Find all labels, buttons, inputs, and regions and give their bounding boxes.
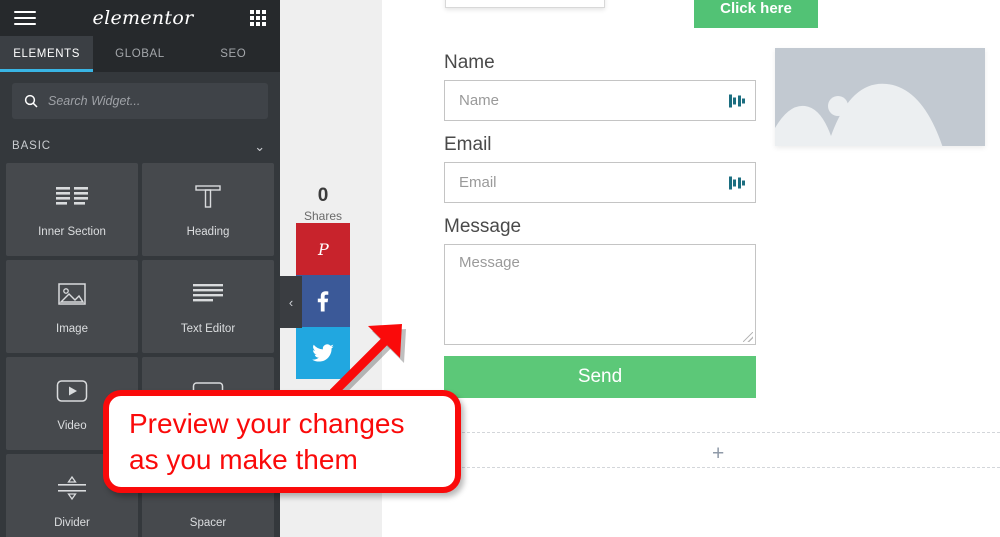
widget-label: Image bbox=[56, 322, 88, 335]
tab-elements[interactable]: ELEMENTS bbox=[0, 36, 94, 72]
share-counter: 0 Shares bbox=[296, 0, 350, 223]
share-count-label: Shares bbox=[303, 209, 343, 223]
hamburger-icon[interactable] bbox=[14, 11, 36, 25]
category-label: BASIC bbox=[12, 140, 52, 152]
annotation-callout: Preview your changes as you make them bbox=[103, 390, 461, 493]
widget-image[interactable]: Image bbox=[6, 260, 138, 353]
message-placeholder: Message bbox=[459, 254, 520, 271]
chevron-down-icon: ⌄ bbox=[254, 138, 266, 154]
text-editor-icon bbox=[192, 279, 224, 309]
search-placeholder: Search Widget... bbox=[48, 94, 141, 108]
add-section-dropzone[interactable] bbox=[382, 432, 1000, 468]
click-here-button[interactable]: Click here bbox=[694, 0, 818, 28]
facebook-share-button[interactable] bbox=[296, 275, 350, 327]
contact-form: Name Name Email Email Message Message Se… bbox=[444, 52, 756, 398]
autofill-icon[interactable] bbox=[728, 94, 745, 107]
tab-seo[interactable]: SEO bbox=[187, 36, 280, 72]
heading-t-icon bbox=[193, 182, 223, 212]
widget-label: Divider bbox=[54, 516, 90, 529]
name-field[interactable]: Name bbox=[444, 80, 756, 121]
widget-label: Inner Section bbox=[38, 225, 106, 238]
widget-label: Text Editor bbox=[180, 322, 236, 335]
facebook-icon bbox=[317, 291, 329, 312]
search-input[interactable]: Search Widget... bbox=[12, 83, 268, 119]
twitter-bird-icon bbox=[312, 344, 334, 362]
video-play-icon bbox=[56, 376, 88, 406]
top-cutoff-input[interactable] bbox=[445, 0, 605, 8]
image-icon bbox=[57, 279, 87, 309]
panel-tabs: ELEMENTS GLOBAL SEO bbox=[0, 36, 280, 72]
widget-label: Spacer bbox=[189, 516, 227, 529]
twitter-share-button[interactable] bbox=[296, 327, 350, 379]
share-count-number: 0 bbox=[317, 185, 329, 206]
pinterest-share-button[interactable]: P bbox=[296, 223, 350, 275]
pinterest-icon: P bbox=[317, 240, 329, 259]
autofill-icon[interactable] bbox=[728, 176, 745, 189]
widget-inner-section[interactable]: Inner Section bbox=[6, 163, 138, 256]
annotation-line-2: as you make them bbox=[129, 443, 358, 475]
grid-apps-icon[interactable] bbox=[249, 10, 266, 26]
search-widget-wrap: Search Widget... bbox=[0, 72, 280, 129]
name-label: Name bbox=[444, 52, 495, 73]
social-share-bar: 0 Shares P bbox=[296, 0, 350, 379]
resize-handle-icon[interactable] bbox=[743, 332, 753, 342]
message-field[interactable]: Message bbox=[444, 244, 756, 345]
email-label: Email bbox=[444, 134, 492, 155]
svg-text:P: P bbox=[317, 240, 329, 259]
message-label: Message bbox=[444, 216, 522, 237]
send-button[interactable]: Send bbox=[444, 356, 756, 398]
email-placeholder: Email bbox=[459, 174, 497, 191]
widget-heading[interactable]: Heading bbox=[142, 163, 274, 256]
widget-label: Heading bbox=[186, 225, 230, 238]
widget-text-editor[interactable]: Text Editor bbox=[142, 260, 274, 353]
category-basic[interactable]: BASIC ⌄ bbox=[0, 129, 280, 163]
share-bar-collapse-button[interactable]: ‹ bbox=[280, 276, 302, 328]
widget-label: Video bbox=[57, 419, 87, 432]
annotation-line-1: Preview your changes bbox=[129, 407, 405, 439]
divider-icon bbox=[56, 473, 88, 503]
panel-header: elementor bbox=[0, 0, 280, 36]
add-section-icon[interactable]: + bbox=[712, 443, 724, 464]
name-placeholder: Name bbox=[459, 92, 500, 109]
elementor-logo: elementor bbox=[92, 7, 194, 29]
screenshot-root: elementor ELEMENTS GLOBAL SEO Search Wid… bbox=[0, 0, 1000, 537]
search-icon bbox=[24, 94, 38, 108]
image-placeholder-icon bbox=[775, 48, 985, 146]
email-field[interactable]: Email bbox=[444, 162, 756, 203]
tab-global[interactable]: GLOBAL bbox=[93, 36, 186, 72]
inner-section-icon bbox=[55, 182, 89, 212]
